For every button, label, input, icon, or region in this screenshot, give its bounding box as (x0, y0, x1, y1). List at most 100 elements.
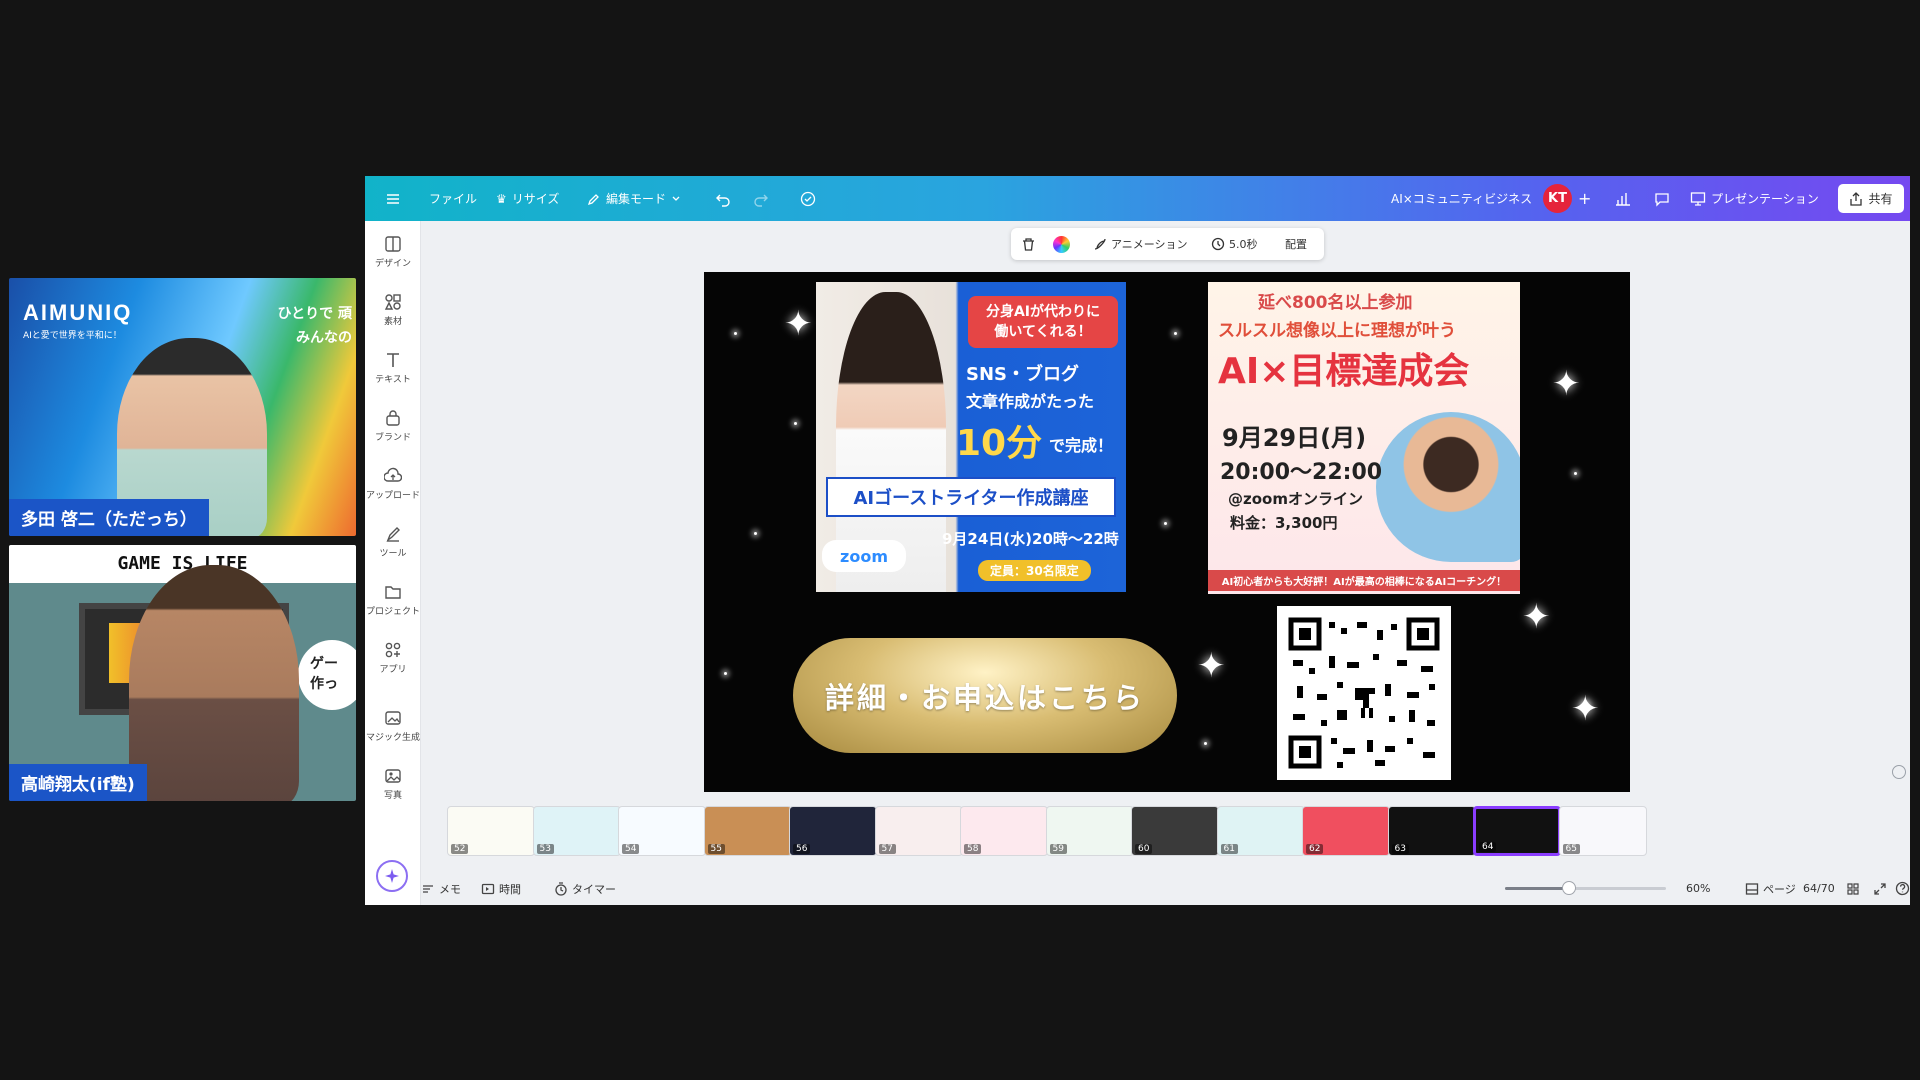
edit-mode-dropdown[interactable]: 編集モード (587, 176, 681, 221)
animation-label: アニメーション (1111, 238, 1188, 251)
sparkle-star-decoration: ✦ (784, 304, 813, 344)
page-thumbnail-number: 61 (1220, 844, 1238, 854)
timer-button[interactable]: タイマー (554, 872, 616, 905)
apply-cta-button[interactable]: 詳細・お申込はこちら (793, 638, 1177, 753)
flyer2-time: 20:00〜22:00 (1220, 460, 1383, 485)
redo-button[interactable] (753, 176, 769, 221)
brand-icon (386, 410, 400, 426)
menu-button[interactable] (385, 176, 401, 221)
fullscreen-button[interactable] (1873, 872, 1887, 905)
presentation-icon (1690, 191, 1706, 206)
qr-code[interactable] (1277, 606, 1451, 780)
page-thumbnail[interactable]: 53 (532, 806, 621, 856)
page-thumbnail[interactable]: 62 (1302, 806, 1390, 856)
zoom-label: zoom (840, 546, 888, 566)
undo-icon (716, 194, 730, 207)
animation-icon (1094, 238, 1106, 250)
sidebar-item-design[interactable]: デザイン (365, 235, 421, 269)
aimuniq-logo-text: AIMUNIQ (23, 300, 133, 325)
user-avatar[interactable]: KT (1543, 184, 1572, 213)
duration-toggle-label: 時間 (499, 882, 521, 896)
delete-button[interactable] (1021, 228, 1036, 260)
scroll-indicator-icon[interactable] (1892, 765, 1906, 779)
zoom-level[interactable]: 60% (1686, 872, 1710, 905)
page-thumbnail[interactable]: 65 (1558, 806, 1647, 856)
sidebar-item-photos[interactable]: 写真 (365, 767, 421, 801)
project-title[interactable]: AI×コミュニティビジネス (1391, 176, 1532, 221)
page-thumbnail[interactable]: 57 (874, 806, 963, 856)
draw-icon (386, 527, 400, 543)
sidebar-item-apps[interactable]: アプリ (365, 641, 421, 675)
page-thumbnail[interactable]: 61 (1216, 806, 1305, 856)
sidebar-item-uploads[interactable]: アップロード (365, 467, 421, 501)
flyer1-limit: 定員：30名限定 (978, 560, 1091, 581)
page-thumbnail-number: 57 (878, 844, 896, 854)
page-thumbnail[interactable]: 55 (703, 806, 792, 856)
sidebar-item-label: 写真 (383, 791, 402, 801)
zoom-slider[interactable] (1505, 881, 1666, 895)
resize-button[interactable]: ♛ リサイズ (496, 176, 559, 221)
grid-icon (1847, 882, 1859, 895)
folder-icon (385, 586, 401, 599)
page-counter[interactable]: 64/70 (1803, 872, 1835, 905)
trash-icon (1023, 237, 1034, 251)
share-icon (1850, 191, 1863, 206)
page-thumbnail-number: 65 (1562, 844, 1580, 854)
page-thumbnail[interactable]: 59 (1045, 806, 1134, 856)
sidebar-item-draw[interactable]: ツール (365, 525, 421, 559)
save-status-button[interactable] (799, 176, 817, 221)
bar-chart-icon (1616, 192, 1630, 206)
sidebar-item-label: 素材 (383, 317, 402, 327)
design-icon (385, 236, 401, 252)
flyer1-badge: 分身AIが代わりに 働いてくれる！ (968, 296, 1118, 348)
sparkle-star-decoration: ✦ (1552, 364, 1581, 404)
page-thumbnail[interactable]: 52 (447, 806, 535, 856)
sidebar-item-label: マジック生成 (365, 733, 420, 743)
present-button[interactable]: プレゼンテーション (1690, 176, 1819, 221)
file-menu[interactable]: ファイル (429, 176, 477, 221)
comments-button[interactable] (1654, 176, 1670, 221)
sidebar-item-text[interactable]: テキスト (365, 351, 421, 385)
sidebar-item-projects[interactable]: プロジェクト (365, 583, 421, 617)
zoom-slider-handle[interactable] (1562, 881, 1577, 895)
add-collaborator-button[interactable]: + (1578, 176, 1591, 221)
ghostwriter-course-flyer[interactable]: 分身AIが代わりに 働いてくれる！ SNS・ブログ 文章作成がたった 10分 で… (816, 282, 1126, 592)
sidebar-item-label: テキスト (375, 375, 411, 385)
duration-button[interactable]: 5.0秒 (1211, 228, 1258, 260)
sidebar-item-elements[interactable]: 素材 (365, 293, 421, 327)
share-button[interactable]: 共有 (1838, 184, 1904, 213)
page-thumbnail[interactable]: 58 (960, 806, 1048, 856)
sidebar-item-brand[interactable]: ブランド (365, 409, 421, 443)
timer-label: タイマー (572, 882, 616, 896)
magic-assistant-button[interactable] (376, 860, 408, 892)
insights-button[interactable] (1615, 176, 1631, 221)
help-button[interactable] (1895, 872, 1910, 905)
position-button[interactable]: 配置 (1285, 228, 1307, 260)
flyer2-fee: 料金：3,300円 (1230, 514, 1338, 532)
page-thumbnail-number: 59 (1049, 844, 1067, 854)
pages-view-button[interactable]: ページ (1745, 872, 1796, 905)
notes-button[interactable]: メモ (421, 872, 461, 905)
color-button[interactable] (1053, 228, 1070, 260)
editor-top-toolbar: ファイル ♛ リサイズ 編集モード AI×コミュニティビジネス KT + プレゼ… (365, 176, 1910, 221)
flyer2-title: AI×目標達成会 (1218, 351, 1470, 392)
goal-achievement-flyer[interactable]: 延べ800名以上参加 スルスル想像以上に理想が叶う AI×目標達成会 9月29日… (1208, 282, 1520, 594)
participant-name-label: 多田 啓二（ただっち） (9, 499, 209, 536)
page-thumbnail[interactable]: 64 (1473, 806, 1561, 856)
page-thumbnail[interactable]: 54 (618, 806, 706, 856)
duration-toggle-button[interactable]: 時間 (481, 872, 521, 905)
star-decoration (1164, 522, 1167, 525)
sparkle-star-decoration: ✦ (1197, 646, 1226, 686)
page-thumbnail[interactable]: 63 (1387, 806, 1476, 856)
speech-bubble: ゲー 作っ (298, 640, 356, 710)
page-thumbnail[interactable]: 60 (1131, 806, 1219, 856)
magic-media-icon (385, 711, 401, 725)
sidebar-item-magic-media[interactable]: マジック生成 (365, 709, 421, 743)
slide-canvas[interactable]: ✦ ✦ ✦ ✦ ✦ 分身AIが代わりに 働いてくれる！ SNS・ブログ 文章作成… (704, 272, 1630, 792)
grid-view-button[interactable] (1846, 872, 1860, 905)
animation-button[interactable]: アニメーション (1093, 228, 1188, 260)
undo-button[interactable] (715, 176, 731, 221)
plus-icon: + (1578, 189, 1592, 208)
star-decoration (1574, 472, 1577, 475)
page-thumbnail[interactable]: 56 (789, 806, 877, 856)
